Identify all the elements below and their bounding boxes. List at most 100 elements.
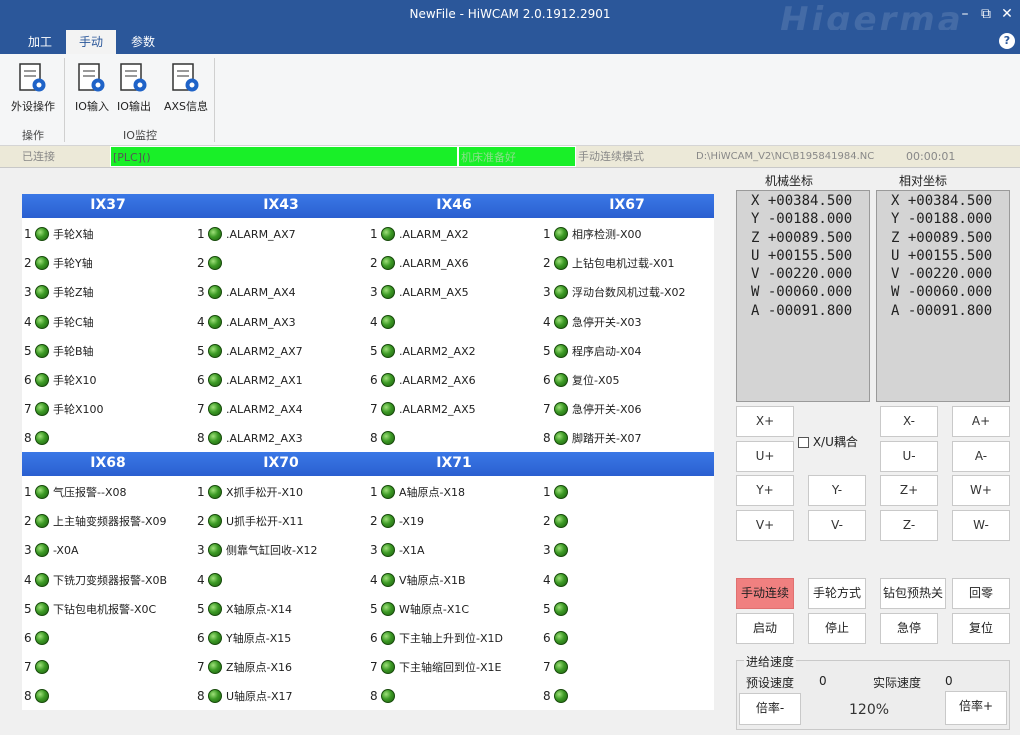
io-bit: 6 下主轴上升到位-X1D [370,624,503,653]
jog-u-plus-button[interactable]: U+ [736,441,794,472]
status-led-icon [381,572,395,587]
jog-a-minus-button[interactable]: A- [952,441,1010,472]
restore-button[interactable]: ⧉ [975,4,997,24]
home-button[interactable]: 回零 [952,578,1010,609]
status-led-icon [554,572,568,587]
jog-z-plus-button[interactable]: Z+ [880,475,938,506]
status-led-icon [208,572,222,587]
connection-status: 已连接 [22,150,55,163]
io-bit-label: 侧靠气缸回收-X12 [226,544,318,558]
io-bit: 3 .ALARM_AX4 [197,278,296,307]
emergency-stop-button[interactable]: 急停 [880,613,938,644]
io-bit-index: 2 [370,256,378,271]
jog-z-minus-button[interactable]: Z- [880,510,938,541]
io-output-button[interactable]: IO输出 [114,62,154,114]
io-bit-label: 复位-X05 [572,374,620,387]
io-bit-label: .ALARM_AX7 [226,228,296,241]
io-bit: 1 [543,478,572,507]
io-bit: 6 [543,624,572,653]
io-bit-index: 3 [24,543,32,558]
jog-x-minus-button[interactable]: X- [880,406,938,437]
io-bit-index: 3 [197,285,205,300]
io-bit: 6 [24,624,53,653]
status-led-icon [381,431,395,446]
start-button[interactable]: 启动 [736,613,794,644]
io-group-title: IX43 [263,197,299,213]
file-path: D:\HiWCAM_V2\NC\B195841984.NC [696,151,875,162]
coord-v: V -00220.000 [891,266,993,283]
reset-button[interactable]: 复位 [952,613,1010,644]
status-led-icon [208,514,222,529]
jog-v-plus-button[interactable]: V+ [736,510,794,541]
status-led-icon [381,543,395,558]
io-bit: 7 [24,653,53,682]
io-bit-index: 1 [24,485,32,499]
io-bit: 5 .ALARM2_AX2 [370,337,476,366]
xu-couple-checkbox[interactable]: X/U耦合 [798,433,858,450]
status-led-icon [554,431,568,446]
io-bit: 3 -X1A [370,536,424,565]
help-icon[interactable]: ? [999,33,1015,49]
machine-coords-label: 机械坐标 [764,174,813,188]
io-bit-index: 2 [197,514,205,529]
axs-info-button[interactable]: AXS信息 [162,62,210,114]
jog-w-plus-button[interactable]: W+ [952,475,1010,506]
io-bit-index: 6 [370,373,378,387]
io-bit: 7 .ALARM2_AX5 [370,395,476,424]
io-bit: 5 程序启动-X04 [543,337,642,366]
tab-manual[interactable]: 手动 [66,30,116,54]
io-bit-label: 程序启动-X04 [572,344,642,358]
io-bit-index: 7 [543,402,551,417]
jog-y-minus-button[interactable]: Y- [808,475,866,506]
io-bit-index: 3 [543,285,551,300]
status-led-icon [208,343,222,358]
stop-button[interactable]: 停止 [808,613,866,644]
io-bit-index: 7 [24,402,32,417]
status-led-icon [381,227,395,241]
io-bit: 2 手轮Y轴 [24,249,93,278]
io-bit: 4 [197,566,226,595]
coord-u: U +00155.500 [751,247,853,264]
io-bit: 1 A轴原点-X18 [370,478,465,507]
minimize-button[interactable]: – [954,4,976,24]
io-bit: 3 浮动台数风机过载-X02 [543,278,686,307]
jog-w-minus-button[interactable]: W- [952,510,1010,541]
coord-u: U +00155.500 [891,247,993,264]
io-bit: 3 -X0A [24,536,78,565]
handwheel-mode-button[interactable]: 手轮方式 [808,578,866,609]
jog-y-plus-button[interactable]: Y+ [736,475,794,506]
jog-a-plus-button[interactable]: A+ [952,406,1010,437]
io-bit: 3 手轮Z轴 [24,278,94,307]
io-bit-index: 6 [197,373,205,387]
elapsed-time: 00:00:01 [906,150,956,163]
ready-status: 机床准备好 [458,146,576,167]
io-bit: 7 .ALARM2_AX4 [197,395,303,424]
checkbox-box[interactable] [798,437,809,448]
io-bit-index: 6 [370,631,378,645]
status-led-icon [381,314,395,329]
tab-machining[interactable]: 加工 [18,30,62,54]
settings-doc-icon [18,62,48,94]
io-group-title: IX67 [609,197,645,213]
rate-plus-button[interactable]: 倍率+ [945,691,1007,725]
close-button[interactable]: ✕ [996,4,1018,24]
jog-x-plus-button[interactable]: X+ [736,406,794,437]
rate-minus-button[interactable]: 倍率- [739,693,801,725]
io-bit-index: 4 [24,314,32,329]
tab-params[interactable]: 参数 [120,30,166,54]
io-bit-index: 7 [24,660,32,675]
status-led-icon [35,485,49,499]
drill-preheat-button[interactable]: 钻包预热关 [880,578,946,609]
status-led-icon [35,402,49,417]
peripheral-ops-button[interactable]: 外设操作 [6,62,60,114]
io-bit-label: A轴原点-X18 [399,486,466,499]
jog-v-minus-button[interactable]: V- [808,510,866,541]
io-bit-label: -X0A [53,544,79,558]
io-bit: 7 Z轴原点-X16 [197,653,292,682]
status-led-icon [208,631,222,645]
io-input-button[interactable]: IO输入 [72,62,112,114]
io-bit-label: 上钻包电机过载-X01 [572,257,675,271]
io-bit-label: 相序检测-X00 [572,228,642,241]
jog-u-minus-button[interactable]: U- [880,441,938,472]
manual-continuous-button[interactable]: 手动连续 [736,578,794,609]
